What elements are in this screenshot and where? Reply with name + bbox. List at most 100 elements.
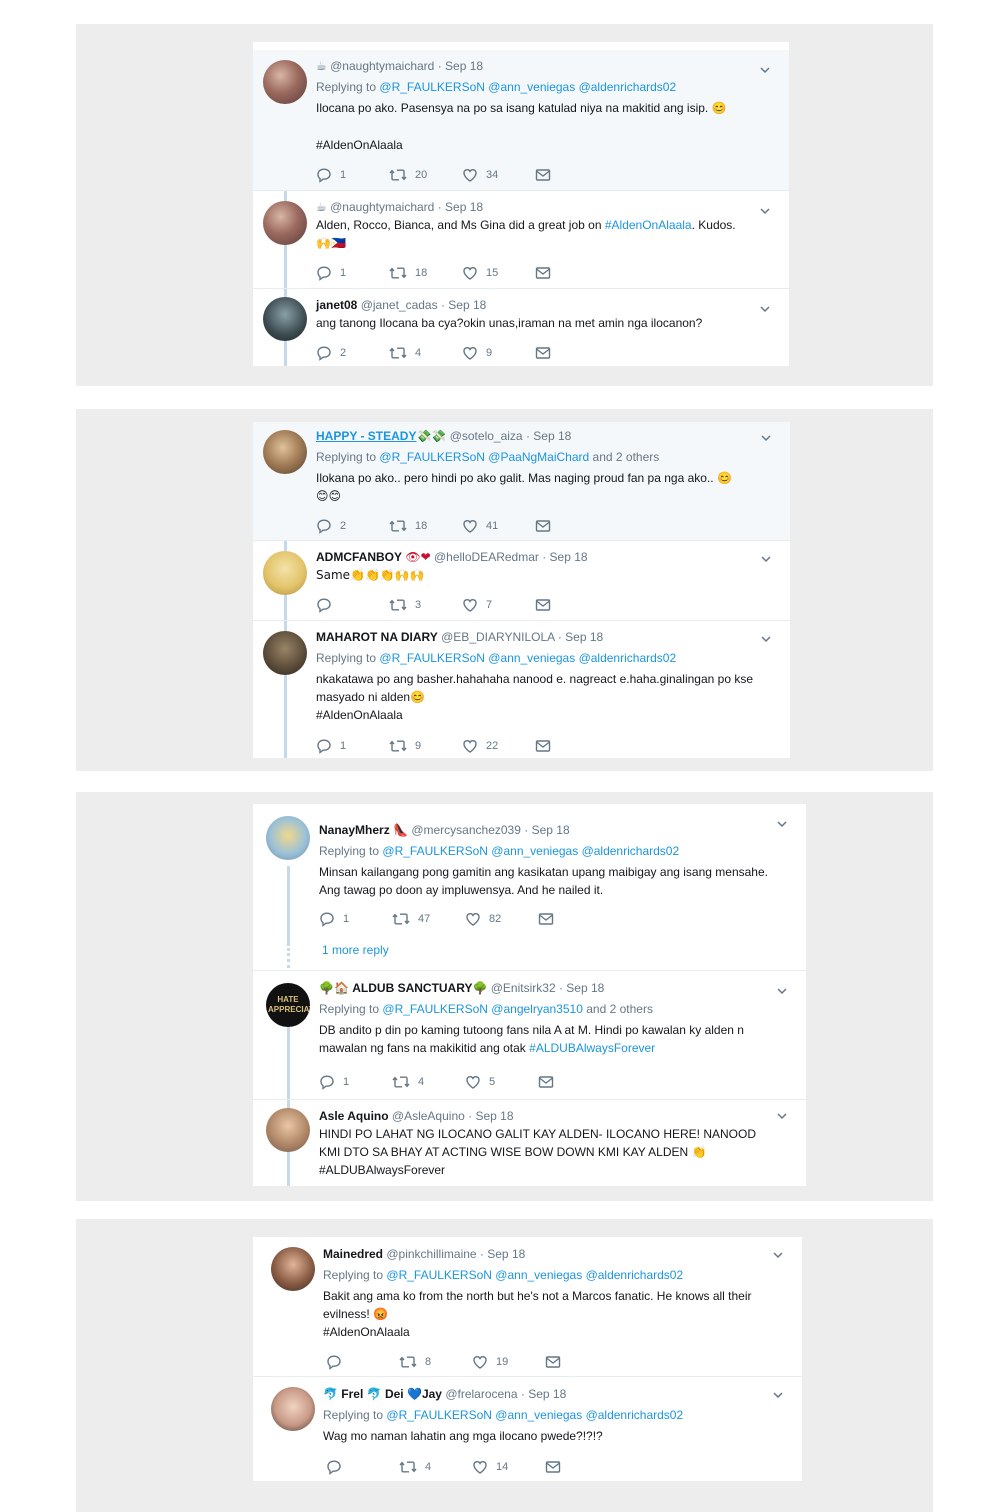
mention[interactable]: @R_FAULKERSoN (382, 1002, 488, 1016)
more-replies-link[interactable]: 1 more reply (322, 943, 389, 957)
direct-message-button[interactable] (535, 266, 608, 280)
display-name[interactable]: Dei (385, 1387, 404, 1401)
tweet[interactable]: MAHAROT NA DIARY @EB_DIARYNILOLA · Sep 1… (253, 621, 790, 758)
tweet[interactable]: NanayMherz 👠 @mercysanchez039 · Sep 18 R… (253, 804, 806, 971)
chevron-down-icon[interactable] (776, 818, 788, 830)
hashtag-link[interactable]: #AldenOnAlaala (316, 136, 759, 154)
reply-button[interactable] (316, 597, 389, 613)
tweet[interactable]: Mainedred @pinkchillimaine · Sep 18 Repl… (253, 1237, 802, 1377)
direct-message-button[interactable] (545, 1460, 618, 1474)
chevron-down-icon[interactable] (760, 553, 772, 565)
mention[interactable]: @angelryan3510 (491, 1002, 583, 1016)
like-button[interactable]: 14 (472, 1459, 545, 1475)
avatar[interactable] (263, 60, 307, 104)
chevron-down-icon[interactable] (772, 1249, 784, 1261)
hashtag-link[interactable]: #AldenOnAlaala (605, 218, 692, 232)
tweet-date[interactable]: · Sep 18 (441, 298, 486, 312)
tweet[interactable]: HAPPY - STEADY💸💸 @sotelo_aiza · Sep 18 R… (253, 422, 790, 541)
mention[interactable]: @PaaNgMaiChard (488, 450, 589, 464)
reply-button[interactable]: 2 (316, 345, 389, 361)
direct-message-button[interactable] (535, 739, 608, 753)
direct-message-button[interactable] (538, 1075, 611, 1089)
mention[interactable]: @R_FAULKERSoN (379, 450, 485, 464)
display-name[interactable]: janet08 (316, 298, 357, 312)
mention[interactable]: @aldenrichards02 (579, 80, 677, 94)
direct-message-button[interactable] (535, 519, 608, 533)
reply-button[interactable]: 1 (319, 1074, 392, 1090)
mention[interactable]: @aldenrichards02 (586, 1268, 684, 1282)
mention[interactable]: @aldenrichards02 (582, 844, 680, 858)
mention[interactable]: @R_FAULKERSoN (386, 1408, 492, 1422)
user-handle[interactable]: @naughtymaichard (330, 59, 434, 73)
chevron-down-icon[interactable] (776, 985, 788, 997)
avatar[interactable]: HATE APPRECIATE (266, 983, 310, 1027)
direct-message-button[interactable] (535, 168, 608, 182)
reply-button[interactable] (326, 1354, 399, 1370)
mention[interactable]: @ann_veniegas (488, 651, 575, 665)
retweet-button[interactable]: 3 (389, 597, 462, 613)
display-name[interactable]: ADMCFANBOY (316, 550, 402, 564)
tweet-date[interactable]: · Sep 18 (524, 823, 569, 837)
mention[interactable]: @aldenrichards02 (586, 1408, 684, 1422)
tweet-date[interactable]: · Sep 18 (468, 1109, 513, 1123)
tweet[interactable]: 🐬 Frel 🐬 Dei 💙Jay @frelarocena · Sep 18 … (253, 1377, 802, 1481)
others-link[interactable]: and 2 others (593, 450, 660, 464)
tweet-date[interactable]: · Sep 18 (480, 1247, 525, 1261)
like-button[interactable]: 5 (465, 1074, 538, 1090)
retweet-button[interactable]: 8 (399, 1354, 472, 1370)
mention[interactable]: @R_FAULKERSoN (379, 651, 485, 665)
avatar[interactable] (266, 816, 310, 860)
like-button[interactable]: 82 (465, 911, 538, 927)
user-handle[interactable]: @sotelo_aiza (450, 429, 523, 443)
hashtag-link[interactable]: #AldenOnAlaala (316, 706, 760, 724)
display-name[interactable]: MAHAROT NA DIARY (316, 630, 438, 644)
avatar[interactable] (271, 1247, 315, 1291)
direct-message-button[interactable] (535, 346, 608, 360)
tweet[interactable]: HATE APPRECIATE 🌳🏠 ALDUB SANCTUARY🌳 @Eni… (253, 971, 806, 1100)
chevron-down-icon[interactable] (772, 1389, 784, 1401)
mention[interactable]: @ann_veniegas (488, 80, 575, 94)
mention[interactable]: @ann_veniegas (495, 1268, 582, 1282)
tweet[interactable]: ☕ @naughtymaichard · Sep 18 Replying to … (253, 50, 789, 191)
avatar[interactable] (263, 201, 307, 245)
user-handle[interactable]: @frelarocena (445, 1387, 517, 1401)
mention[interactable]: @ann_veniegas (491, 844, 578, 858)
display-name[interactable]: HAPPY - STEADY (316, 429, 416, 443)
tweet-date[interactable]: · Sep 18 (521, 1387, 566, 1401)
reply-button[interactable]: 1 (316, 167, 389, 183)
chevron-down-icon[interactable] (759, 205, 771, 217)
tweet[interactable]: ADMCFANBOY 👁❤ @helloDEARedmar · Sep 18 S… (253, 541, 790, 621)
chevron-down-icon[interactable] (760, 633, 772, 645)
retweet-button[interactable]: 20 (389, 167, 462, 183)
tweet[interactable]: Asle Aquino @AsleAquino · Sep 18 HINDI P… (253, 1100, 806, 1186)
reply-button[interactable]: 1 (319, 911, 392, 927)
mention[interactable]: @R_FAULKERSoN (386, 1268, 492, 1282)
user-handle[interactable]: @AsleAquino (392, 1109, 465, 1123)
display-name[interactable]: NanayMherz (319, 823, 390, 837)
retweet-button[interactable]: 18 (389, 518, 462, 534)
retweet-button[interactable]: 4 (392, 1074, 465, 1090)
chevron-down-icon[interactable] (759, 303, 771, 315)
avatar[interactable] (266, 1108, 310, 1152)
hashtag-link[interactable]: #ALDUBAlwaysForever (319, 1161, 776, 1179)
retweet-button[interactable]: 4 (399, 1459, 472, 1475)
retweet-button[interactable]: 9 (389, 738, 462, 754)
like-button[interactable]: 15 (462, 265, 535, 281)
user-handle[interactable]: @Enitsirk32 (491, 981, 556, 995)
user-handle[interactable]: @EB_DIARYNILOLA (441, 630, 554, 644)
tweet[interactable]: janet08 @janet_cadas · Sep 18 ang tanong… (253, 289, 789, 366)
user-handle[interactable]: @pinkchillimaine (386, 1247, 476, 1261)
like-button[interactable]: 9 (462, 345, 535, 361)
like-button[interactable]: 34 (462, 167, 535, 183)
chevron-down-icon[interactable] (760, 432, 772, 444)
display-name[interactable]: Frel (341, 1387, 363, 1401)
reply-button[interactable]: 2 (316, 518, 389, 534)
tweet-date[interactable]: · Sep 18 (542, 550, 587, 564)
like-button[interactable]: 22 (462, 738, 535, 754)
like-button[interactable]: 7 (462, 597, 535, 613)
mention[interactable]: @ann_veniegas (495, 1408, 582, 1422)
avatar[interactable] (263, 430, 307, 474)
direct-message-button[interactable] (545, 1355, 618, 1369)
display-name[interactable]: Asle Aquino (319, 1109, 389, 1123)
avatar[interactable] (271, 1387, 315, 1431)
